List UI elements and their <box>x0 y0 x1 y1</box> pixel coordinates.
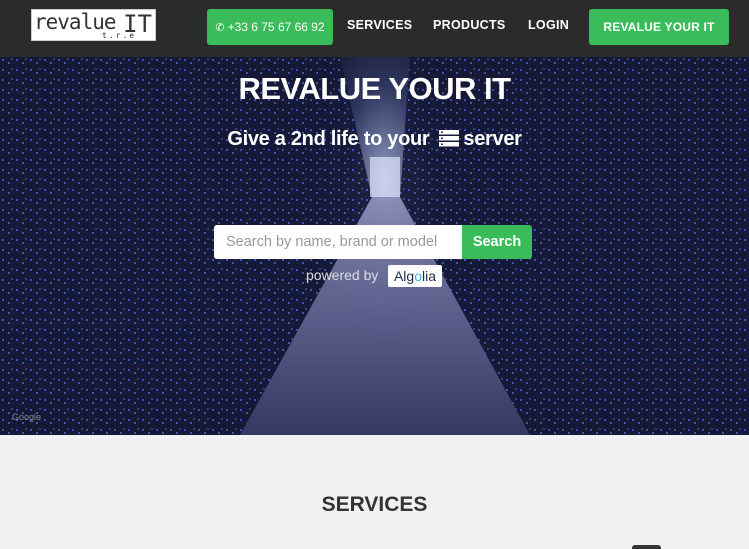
search-button[interactable]: Search <box>462 225 532 259</box>
site-logo[interactable]: revalue t.r.e IT <box>31 9 156 41</box>
navbar: revalue t.r.e IT ✆ +33 6 75 67 66 92 SER… <box>0 0 749 57</box>
hero-subtitle-prefix: Give a 2nd life to your <box>227 128 430 150</box>
revalue-cta-button[interactable]: REVALUE YOUR IT <box>589 9 729 45</box>
nav-services[interactable]: SERVICES <box>347 18 412 32</box>
google-watermark: Google <box>12 412 42 422</box>
search-placeholder: Search by name, brand or model <box>226 234 438 250</box>
algolia-text-2: o <box>414 268 422 284</box>
hero-subtitle: Give a 2nd life to your server <box>0 128 749 153</box>
nav-products[interactable]: PRODUCTS <box>433 18 506 32</box>
algolia-text-1: Alg <box>393 268 415 284</box>
hero-subtitle-suffix: server <box>463 128 522 150</box>
algolia-logo[interactable]: Alg o lia <box>388 265 442 287</box>
chat-widget-tab[interactable] <box>632 545 661 549</box>
hero-title: REVALUE YOUR IT <box>238 71 511 106</box>
search-input[interactable]: Search by name, brand or model <box>214 225 462 259</box>
powered-by-label: powered by <box>306 267 379 283</box>
logo-it-mark: IT <box>123 10 152 38</box>
phone-button[interactable]: ✆ +33 6 75 67 66 92 <box>207 9 333 45</box>
services-section: SERVICES <box>0 435 749 549</box>
services-title: SERVICES <box>321 493 428 516</box>
hero-banner: REVALUE YOUR IT Give a 2nd life to your s… <box>0 57 749 435</box>
phone-number: +33 6 75 67 66 92 <box>227 20 325 34</box>
nav-login[interactable]: LOGIN <box>528 18 569 32</box>
algolia-text-3: lia <box>422 268 437 284</box>
phone-icon: ✆ <box>215 21 225 34</box>
server-icon <box>439 130 460 153</box>
